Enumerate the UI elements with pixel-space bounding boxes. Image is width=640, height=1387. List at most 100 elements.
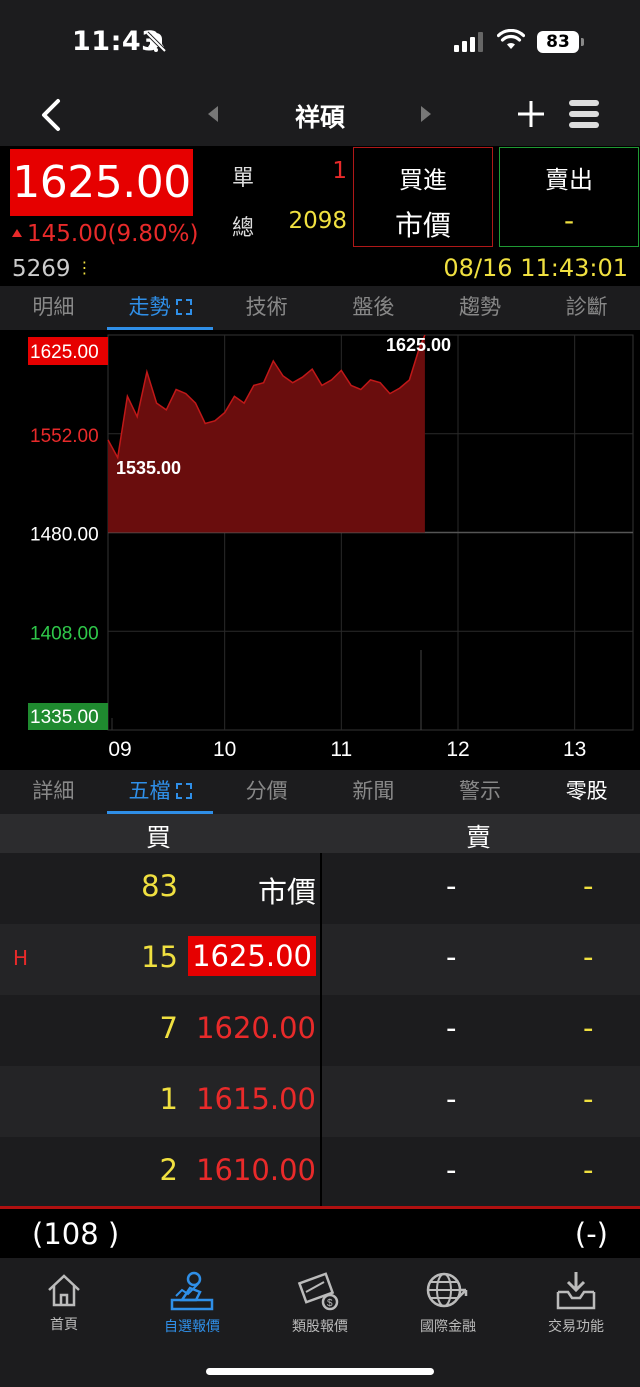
trade-download-icon: [556, 1272, 596, 1310]
tab-news[interactable]: 新聞: [320, 770, 427, 814]
globe-icon: [426, 1272, 468, 1308]
nav-trading-label: 交易功能: [548, 1319, 604, 1335]
buy-button-label: 買進: [399, 166, 447, 194]
status-bar: 11:43 83: [0, 0, 640, 86]
nav-global-finance[interactable]: 國際金融: [384, 1270, 512, 1336]
tab-price-volume[interactable]: 分價: [213, 770, 320, 814]
total-buy: (108 ): [32, 1217, 120, 1251]
buy-qty: 15: [141, 940, 178, 974]
sell-price: -: [446, 1082, 457, 1116]
svg-text:$: $: [327, 1298, 333, 1309]
row-mark: H: [13, 946, 29, 970]
tab-technical[interactable]: 技術: [213, 286, 320, 330]
bottom-tab-bar: 詳細 五檔 分價 新聞 警示 零股: [0, 770, 640, 814]
tab-tendency[interactable]: 趨勢: [427, 286, 534, 330]
tab-five-levels-label: 五檔: [128, 779, 171, 803]
battery-tip: [581, 38, 584, 46]
tab-diagnosis[interactable]: 診斷: [533, 286, 640, 330]
sell-header: 賣: [466, 823, 492, 852]
tab-trend[interactable]: 走勢: [106, 286, 214, 330]
buy-header: 買: [146, 823, 172, 852]
cellular-signal-icon: [454, 31, 483, 52]
home-indicator: [206, 1368, 434, 1375]
price-area: [108, 335, 425, 533]
buy-qty: 83: [141, 869, 178, 903]
menu-icon[interactable]: [568, 98, 600, 130]
buy-price: 1625.00: [188, 936, 316, 976]
tab-five-levels[interactable]: 五檔: [106, 770, 214, 814]
single-volume-value: 1: [332, 158, 347, 184]
sector-quote-icon: $: [297, 1272, 339, 1311]
y-tick-label: 1480.00: [30, 525, 99, 546]
buy-price: 市價: [257, 875, 316, 909]
sell-qty: -: [583, 1011, 594, 1045]
sell-qty: -: [583, 1082, 594, 1116]
next-stock-arrow[interactable]: [421, 106, 431, 122]
low-annotation: 1535.00: [116, 458, 181, 478]
top-tab-bar: 明細 走勢 技術 盤後 趨勢 診斷: [0, 286, 640, 330]
nav-bar: 祥碩: [0, 86, 640, 146]
total-volume-label: 總: [232, 216, 255, 241]
price-change: 145.00(9.80%): [12, 221, 199, 247]
total-volume-value: 2098: [288, 208, 347, 234]
home-icon: [48, 1274, 80, 1307]
tab-detail[interactable]: 明細: [0, 286, 107, 330]
sell-qty: -: [583, 869, 594, 903]
prev-stock-arrow[interactable]: [208, 106, 218, 122]
buy-price: 1615.00: [196, 1082, 316, 1116]
y-tick-label: 1335.00: [30, 707, 99, 728]
intraday-chart[interactable]: 1625.00 1552.00 1480.00 1408.00 1335.00 09 10 1…: [0, 330, 640, 770]
chart-svg: 1625.00 1552.00 1480.00 1408.00 1335.00 09 10 1…: [28, 334, 634, 761]
x-tick-label: 12: [446, 738, 469, 761]
back-arrow-icon[interactable]: [38, 98, 64, 132]
single-volume-label: 單: [232, 166, 255, 191]
nav-watchlist-label: 自選報價: [164, 1319, 220, 1335]
tab-details[interactable]: 詳細: [0, 770, 107, 814]
volume: 5269 ⋮: [12, 256, 93, 282]
stock-title: 祥碩: [294, 103, 345, 132]
sell-qty: -: [583, 1153, 594, 1187]
total-sell: (-): [574, 1217, 608, 1251]
tab-trend-label: 走勢: [128, 295, 171, 319]
last-price: 1625.00: [10, 149, 193, 216]
bell-muted-icon: [145, 31, 167, 53]
nav-watchlist[interactable]: 自選報價: [128, 1270, 256, 1336]
quote-panel: 1625.00 145.00(9.80%) 5269 ⋮ 單 1 總 2098 買…: [0, 146, 640, 286]
expand-icon[interactable]: [175, 783, 192, 799]
more-dots-icon[interactable]: ⋮: [77, 258, 93, 277]
tab-alerts[interactable]: 警示: [427, 770, 534, 814]
nav-home-label: 首頁: [50, 1317, 78, 1333]
buy-price: 1610.00: [196, 1153, 316, 1187]
buy-button-value: 市價: [394, 209, 451, 242]
y-tick-label: 1625.00: [30, 342, 99, 363]
add-icon[interactable]: [515, 98, 547, 130]
y-tick-label: 1408.00: [30, 623, 99, 644]
up-triangle-icon: [12, 229, 22, 237]
price-change-value: 145.00(9.80%): [27, 221, 199, 247]
tab-after-hours[interactable]: 盤後: [320, 286, 427, 330]
battery-icon: 83: [537, 31, 579, 53]
buy-button[interactable]: 買進 市價: [353, 147, 493, 247]
sell-price: -: [446, 1153, 457, 1187]
tab-odd-lot[interactable]: 零股: [533, 770, 640, 814]
sell-button-value: -: [563, 204, 575, 237]
sell-qty: -: [583, 940, 594, 974]
y-tick-label: 1552.00: [30, 426, 99, 447]
x-tick-label: 10: [213, 738, 236, 761]
buy-price: 1620.00: [196, 1011, 316, 1045]
nav-trading[interactable]: 交易功能: [512, 1270, 640, 1336]
nav-global-finance-label: 國際金融: [420, 1319, 476, 1335]
watchlist-quote-icon: [170, 1271, 214, 1311]
sell-button[interactable]: 賣出 -: [499, 147, 639, 247]
buy-qty: 2: [159, 1153, 178, 1187]
nav-sector[interactable]: $ 類股報價: [256, 1270, 384, 1336]
quote-datetime: 08/16 11:43:01: [443, 254, 628, 282]
expand-icon[interactable]: [175, 299, 192, 315]
volume-value: 5269: [12, 256, 71, 282]
nav-home[interactable]: 首頁: [0, 1270, 128, 1334]
sell-button-label: 賣出: [545, 166, 593, 194]
wifi-icon: [497, 29, 525, 49]
order-book-header: 買 賣: [0, 814, 640, 854]
order-book-totals: (108 ) (-): [0, 1206, 640, 1258]
buy-qty: 7: [159, 1011, 178, 1045]
